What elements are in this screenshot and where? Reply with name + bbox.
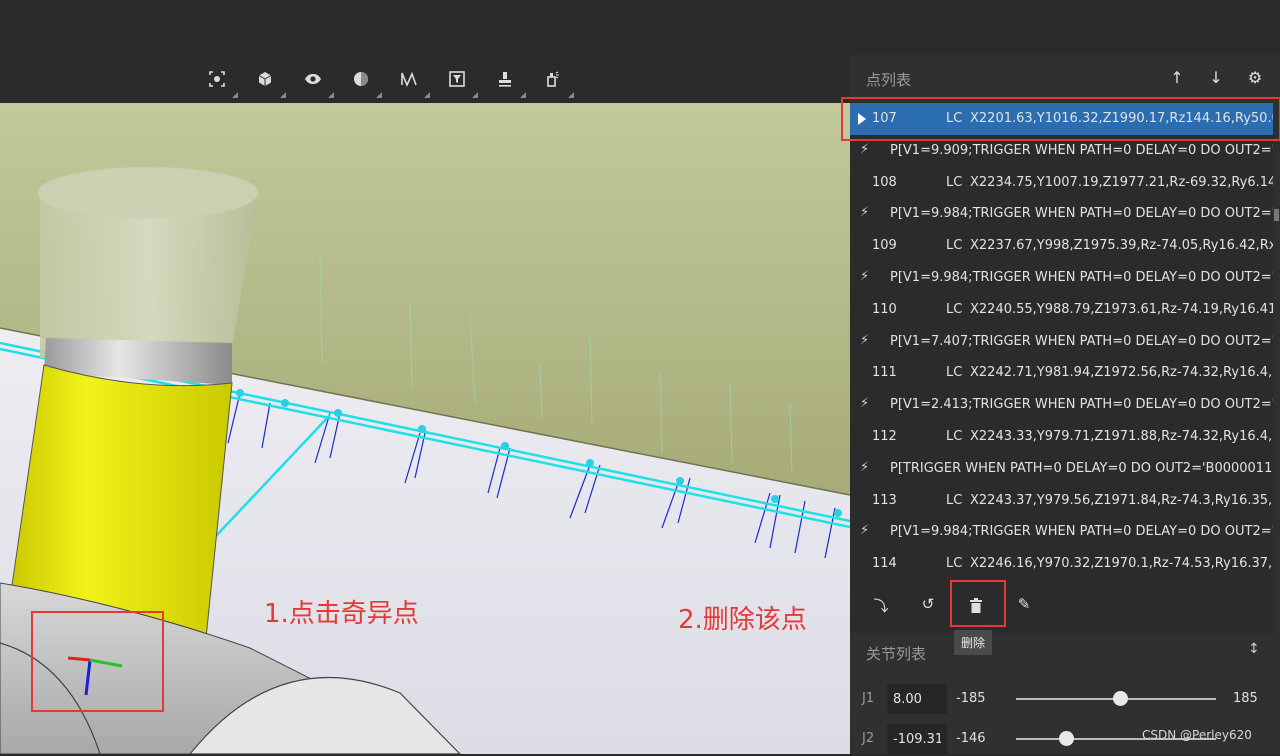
joint-value-input[interactable]	[887, 684, 947, 714]
command-row[interactable]: ⚡ P[V1=9.984;TRIGGER WHEN PATH=0 DELAY=0 …	[850, 198, 1273, 230]
joint-max: 185	[1233, 691, 1258, 706]
point-row[interactable]: 109 LC X2237.67,Y998,Z1975.39,Rz-74.05,Ry1…	[850, 230, 1273, 262]
trigger-icon: ⚡	[860, 459, 870, 475]
point-list[interactable]: 107 LC X2201.63,Y1016.32,Z1990.17,Rz144.16…	[850, 101, 1280, 633]
point-row[interactable]: 112 LC X2243.33,Y979.71,Z1971.88,Rz-74.32,…	[850, 421, 1273, 453]
point-row[interactable]: 110 LC X2240.55,Y988.79,Z1973.61,Rz-74.19,…	[850, 294, 1273, 326]
trigger-icon: ⚡	[860, 141, 870, 157]
expand-icon[interactable]: ↕	[1248, 641, 1260, 657]
point-row[interactable]: 111 LC X2242.71,Y981.94,Z1972.56,Rz-74.32,…	[850, 357, 1273, 389]
command-text: P[V1=9.909;TRIGGER WHEN PATH=0 DELAY=0 D…	[890, 142, 1273, 158]
scrollbar-thumb[interactable]	[1274, 209, 1279, 221]
undo-icon[interactable]: ↺	[917, 595, 939, 617]
command-text: P[V1=9.984;TRIGGER WHEN PATH=0 DELAY=0 D…	[890, 524, 1273, 540]
point-type: LC	[946, 556, 963, 572]
point-number: 110	[872, 301, 897, 317]
point-coords: X2240.55,Y988.79,Z1973.61,Rz-74.19,Ry16.…	[970, 301, 1273, 317]
command-text: P[V1=9.984;TRIGGER WHEN PATH=0 DELAY=0 D…	[890, 206, 1273, 222]
view-toolbar	[200, 66, 584, 98]
trigger-icon: ⚡	[860, 332, 870, 348]
joint-min: -146	[956, 731, 986, 746]
command-text: P[V1=7.407;TRIGGER WHEN PATH=0 DELAY=0 D…	[890, 333, 1273, 349]
watermark: CSDN @Perley620	[1142, 728, 1252, 742]
command-text: P[V1=2.413;TRIGGER WHEN PATH=0 DELAY=0 D…	[890, 397, 1273, 413]
point-number: 111	[872, 365, 897, 381]
path-icon[interactable]	[392, 66, 430, 98]
joint-slider-knob[interactable]	[1113, 691, 1128, 706]
point-row[interactable]: 113 LC X2243.37,Y979.56,Z1971.84,Rz-74.3,R…	[850, 485, 1273, 517]
command-row[interactable]: ⚡ P[V1=2.413;TRIGGER WHEN PATH=0 DELAY=0 …	[850, 389, 1273, 421]
filter-icon[interactable]	[440, 66, 478, 98]
joint-min: -185	[956, 691, 986, 706]
move-up-icon[interactable]: ↑	[1167, 68, 1187, 88]
3d-viewport[interactable]: 1.点击奇异点 2.删除该点	[0, 103, 850, 754]
point-type: LC	[946, 174, 963, 190]
point-type: LC	[946, 429, 963, 444]
eye-icon[interactable]	[296, 66, 334, 98]
point-coords: X2237.67,Y998,Z1975.39,Rz-74.05,Ry16.42,…	[970, 238, 1273, 254]
point-list-header: 点列表 ↑ ↓ ⚙	[850, 55, 1280, 100]
joint-list-title: 关节列表	[866, 645, 927, 663]
command-row[interactable]: ⚡ P[V1=9.984;TRIGGER WHEN PATH=0 DELAY=0 …	[850, 516, 1273, 548]
point-number: 109	[872, 238, 897, 254]
trigger-icon: ⚡	[860, 523, 870, 539]
delete-highlight-box	[950, 580, 1006, 627]
point-type: LC	[946, 492, 963, 508]
annotation-step1: 1.点击奇异点	[264, 599, 419, 629]
point-row[interactable]: 108 LC X2234.75,Y1007.19,Z1977.21,Rz-69.32…	[850, 167, 1273, 199]
command-row[interactable]: ⚡ P[TRIGGER WHEN PATH=0 DELAY=0 DO OUT2='…	[850, 453, 1273, 485]
edit-icon[interactable]: ✎	[1013, 595, 1035, 617]
point-actions-bar: ⤵ ↺ ✎	[850, 585, 1280, 625]
point-number: 112	[872, 429, 897, 444]
settings-icon[interactable]: ⚙	[1245, 68, 1265, 88]
joint-row-j1: J1 -185 185	[850, 682, 1280, 716]
focus-icon[interactable]	[200, 66, 238, 98]
move-down-icon[interactable]: ↓	[1206, 68, 1226, 88]
trigger-icon: ⚡	[860, 205, 870, 221]
joint-label: J1	[862, 691, 875, 706]
selected-point-highlight-box	[841, 97, 1280, 141]
point-list-title: 点列表	[866, 71, 912, 89]
point-coords: X2243.33,Y979.71,Z1971.88,Rz-74.32,Ry16.…	[970, 429, 1273, 444]
point-type: LC	[946, 238, 963, 254]
point-coords: X2243.37,Y979.56,Z1971.84,Rz-74.3,Ry16.3…	[970, 492, 1273, 508]
command-row[interactable]: ⚡ P[V1=9.984;TRIGGER WHEN PATH=0 DELAY=0 …	[850, 262, 1273, 294]
point-number: 113	[872, 492, 897, 508]
stamp-icon[interactable]	[488, 66, 526, 98]
right-panel: 点列表 ↑ ↓ ⚙ 107 LC X2201.63,Y1016.32,Z1990.1…	[850, 55, 1280, 754]
spray-icon[interactable]	[536, 66, 574, 98]
command-text: P[V1=9.984;TRIGGER WHEN PATH=0 DELAY=0 D…	[890, 270, 1273, 285]
point-coords: X2246.16,Y970.32,Z1970.1,Rz-74.53,Ry16.3…	[970, 556, 1273, 572]
command-text: P[TRIGGER WHEN PATH=0 DELAY=0 DO OUT2='B…	[890, 460, 1273, 476]
sphere-icon[interactable]	[344, 66, 382, 98]
point-coords: X2234.75,Y1007.19,Z1977.21,Rz-69.32,Ry6.…	[970, 174, 1273, 190]
trigger-icon[interactable]: ⤵	[870, 595, 892, 617]
point-type: LC	[946, 301, 963, 317]
axis-highlight-box	[31, 611, 164, 712]
joint-value-input[interactable]	[887, 724, 947, 754]
point-type: LC	[946, 365, 963, 381]
point-number: 108	[872, 174, 897, 190]
joint-slider-knob[interactable]	[1059, 731, 1074, 746]
trigger-icon: ⚡	[860, 269, 870, 284]
trigger-icon: ⚡	[860, 396, 870, 412]
command-row[interactable]: ⚡ P[V1=7.407;TRIGGER WHEN PATH=0 DELAY=0 …	[850, 326, 1273, 358]
point-coords: X2242.71,Y981.94,Z1972.56,Rz-74.32,Ry16.…	[970, 365, 1273, 381]
point-list-scrollbar[interactable]	[1273, 101, 1280, 633]
point-row[interactable]: 114 LC X2246.16,Y970.32,Z1970.1,Rz-74.53,R…	[850, 548, 1273, 580]
point-number: 114	[872, 556, 897, 572]
cube-icon[interactable]	[248, 66, 286, 98]
annotation-step2: 2.删除该点	[678, 605, 807, 635]
joint-label: J2	[862, 731, 875, 746]
delete-tooltip: 删除	[954, 630, 993, 655]
